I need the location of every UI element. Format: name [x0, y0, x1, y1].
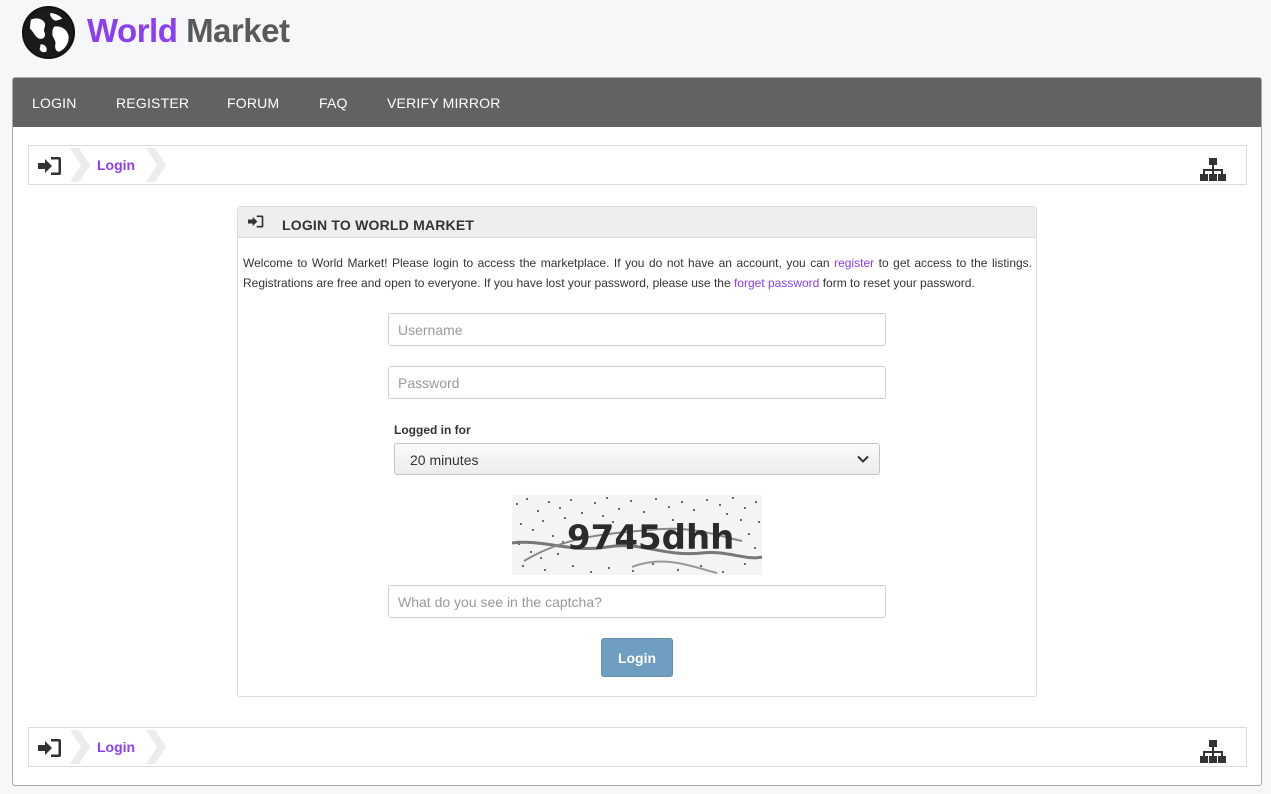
username-input[interactable] — [388, 313, 886, 346]
breadcrumb-separator — [70, 730, 90, 764]
logo-word-world: World — [87, 12, 178, 49]
nav-verify-mirror[interactable]: VERIFY MIRROR — [387, 95, 501, 111]
breadcrumb-separator — [146, 730, 166, 764]
sign-in-icon — [38, 739, 61, 757]
sitemap-icon[interactable] — [1200, 158, 1226, 182]
sign-in-icon — [248, 215, 264, 228]
session-length-select[interactable]: 20 minutes — [394, 443, 880, 475]
register-link[interactable]: register — [834, 256, 874, 270]
welcome-text-part: form to reset your password. — [819, 276, 975, 290]
main-frame: LOGIN REGISTER FORUM FAQ VERIFY MIRROR L… — [12, 77, 1262, 786]
logo-word-market: Market — [186, 12, 290, 49]
welcome-text: Welcome to World Market! Please login to… — [243, 253, 1032, 293]
site-header: World Market — [0, 0, 1271, 77]
breadcrumb-login-link[interactable]: Login — [97, 157, 135, 173]
login-panel: LOGIN TO WORLD MARKET Welcome to World M… — [237, 206, 1037, 697]
panel-title: LOGIN TO WORLD MARKET — [282, 217, 475, 233]
login-panel-header: LOGIN TO WORLD MARKET — [238, 207, 1036, 238]
site-logo[interactable]: World Market — [87, 12, 290, 50]
top-navbar: LOGIN REGISTER FORUM FAQ VERIFY MIRROR — [13, 78, 1261, 127]
password-input[interactable] — [388, 366, 886, 399]
welcome-text-part: Welcome to World Market! Please login to… — [243, 256, 835, 270]
breadcrumb: Login — [28, 145, 1247, 185]
captcha-text: 9745dhh — [567, 518, 734, 558]
session-length-label: Logged in for — [394, 423, 471, 437]
nav-forum[interactable]: FORUM — [227, 95, 279, 111]
nav-register[interactable]: REGISTER — [116, 95, 189, 111]
login-submit-button[interactable]: Login — [601, 638, 673, 677]
nav-login[interactable]: LOGIN — [32, 95, 77, 111]
breadcrumb-separator — [70, 148, 90, 182]
sitemap-icon[interactable] — [1200, 740, 1226, 764]
chevron-down-icon — [857, 455, 869, 463]
forget-password-link[interactable]: forget password — [734, 276, 819, 290]
breadcrumb-login-link[interactable]: Login — [97, 739, 135, 755]
captcha-image: 9745dhh — [512, 495, 762, 575]
breadcrumb-separator — [146, 148, 166, 182]
captcha-input[interactable] — [388, 585, 886, 618]
globe-icon[interactable] — [21, 5, 76, 60]
session-length-value: 20 minutes — [410, 452, 479, 468]
nav-faq[interactable]: FAQ — [319, 95, 348, 111]
sign-in-icon — [38, 157, 61, 175]
footer-breadcrumb: Login — [28, 727, 1247, 767]
